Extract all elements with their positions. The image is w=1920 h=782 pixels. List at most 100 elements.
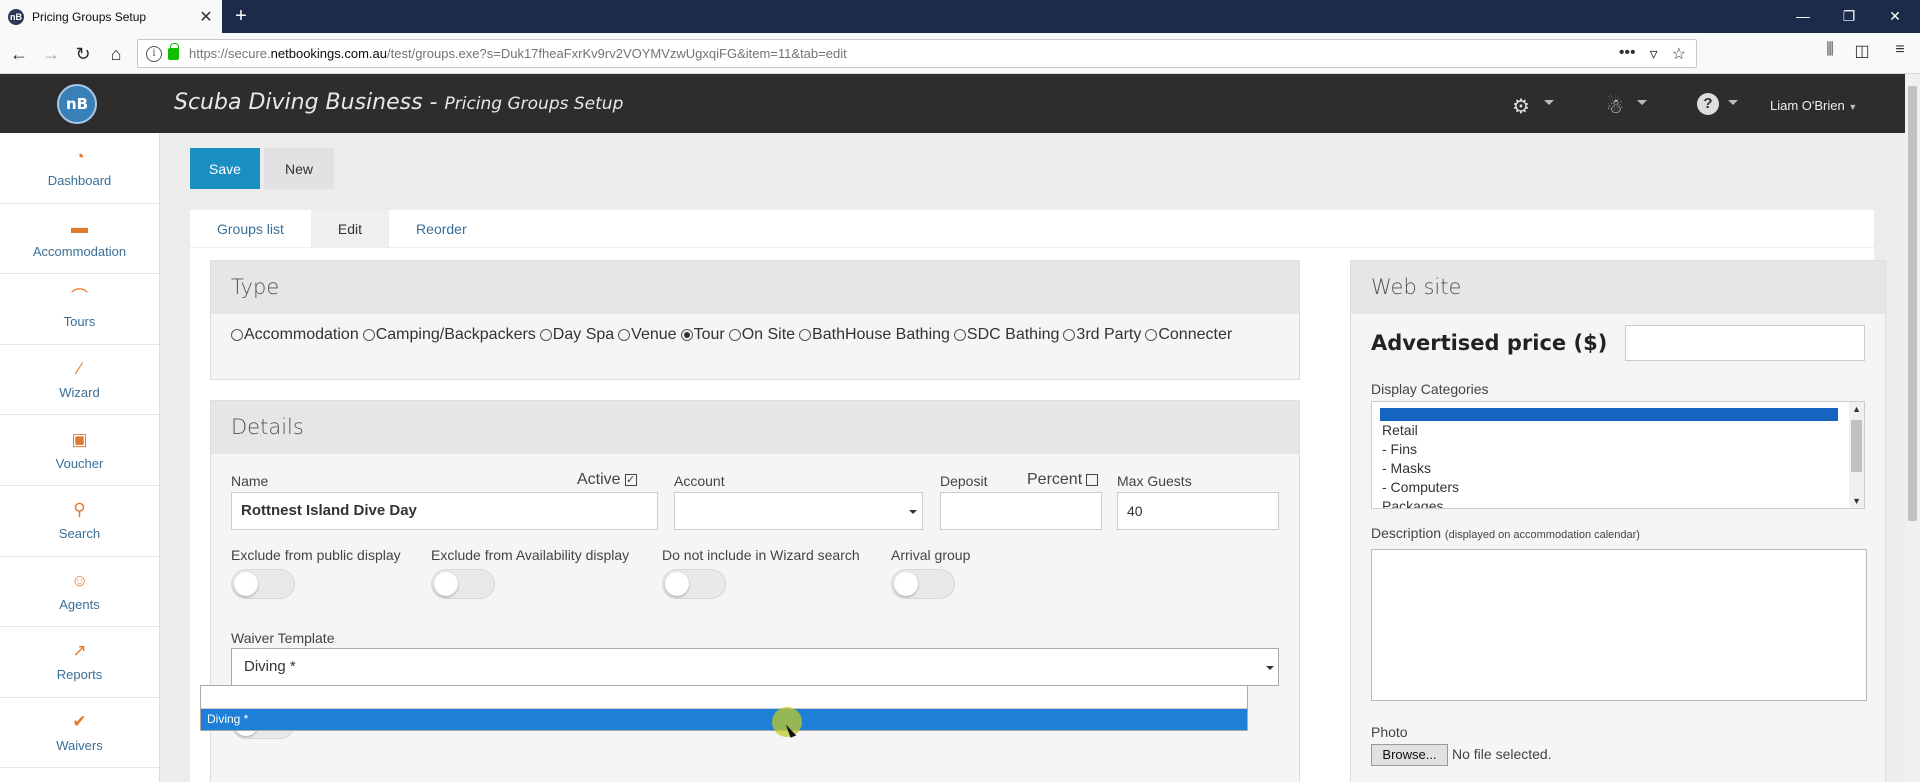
list-item-selected[interactable] bbox=[1380, 408, 1838, 421]
list-item[interactable]: Packages bbox=[1372, 497, 1864, 508]
help-icon[interactable]: ? bbox=[1697, 93, 1719, 115]
dashboard-icon: ◔ bbox=[74, 147, 85, 167]
caret-down-icon bbox=[909, 510, 917, 514]
sidebar-item-reports[interactable]: ↗ Reports bbox=[0, 627, 159, 698]
sidebar-toggle-icon[interactable]: ◫ bbox=[1850, 41, 1874, 61]
type-section: Type Accommodation Camping/Backpackers D… bbox=[210, 260, 1300, 380]
display-categories-label: Display Categories bbox=[1371, 381, 1489, 397]
chevron-down-icon[interactable] bbox=[1728, 100, 1738, 105]
no-file-text: No file selected. bbox=[1452, 746, 1552, 762]
reload-icon[interactable]: ↻ bbox=[70, 41, 96, 67]
description-textarea[interactable] bbox=[1371, 549, 1867, 701]
active-checkbox[interactable]: ✓ bbox=[624, 473, 637, 486]
search-icon: ⚲ bbox=[73, 500, 86, 520]
sidebar-item-tours[interactable]: ⌒ Tours bbox=[0, 274, 159, 345]
display-categories-list[interactable]: Retail - Fins - Masks - Computers Packag… bbox=[1371, 401, 1865, 509]
list-item[interactable]: - Fins bbox=[1372, 440, 1864, 459]
list-item[interactable]: - Masks bbox=[1372, 459, 1864, 478]
check-icon: ✔ bbox=[72, 712, 87, 732]
pocket-icon[interactable]: ▿ bbox=[1650, 44, 1658, 64]
waiver-template-label: Waiver Template bbox=[231, 630, 335, 646]
name-label: Name bbox=[231, 473, 269, 489]
scroll-up-icon[interactable]: ▲ bbox=[1852, 404, 1861, 414]
max-guests-input[interactable]: 40 bbox=[1117, 492, 1279, 530]
save-button[interactable]: Save bbox=[190, 148, 260, 189]
exclude-availability-toggle[interactable] bbox=[431, 569, 495, 599]
percent-label: Percent bbox=[1027, 471, 1099, 489]
browser-tab[interactable]: nB Pricing Groups Setup ✕ bbox=[0, 0, 222, 33]
radio-on-site[interactable]: On Site bbox=[728, 326, 795, 344]
url-bar[interactable]: i https://secure.netbookings.com.au/test… bbox=[137, 39, 1697, 68]
bookmark-star-icon[interactable]: ☆ bbox=[1672, 44, 1686, 64]
sidebar-item-dashboard[interactable]: ◔ Dashboard bbox=[0, 133, 159, 204]
restore-icon[interactable]: ❐ bbox=[1826, 0, 1872, 33]
info-icon[interactable]: i bbox=[146, 45, 162, 62]
radio-tour[interactable]: Tour bbox=[680, 326, 725, 344]
url-text[interactable]: https://secure.netbookings.com.au/test/g… bbox=[189, 46, 847, 61]
details-heading: Details bbox=[211, 401, 1299, 454]
sidebar-item-accommodation[interactable]: ▬ Accommodation bbox=[0, 204, 159, 275]
arrival-group-toggle[interactable] bbox=[891, 569, 955, 599]
list-item[interactable]: Retail bbox=[1372, 421, 1864, 440]
browse-button[interactable]: Browse... bbox=[1371, 744, 1448, 766]
name-input[interactable]: Rottnest Island Dive Day bbox=[231, 492, 658, 530]
exclude-public-toggle[interactable] bbox=[231, 569, 295, 599]
radio-bathhouse-bathing[interactable]: BathHouse Bathing bbox=[799, 326, 950, 344]
settings-gear-icon[interactable]: ⚙ bbox=[1512, 94, 1530, 119]
scroll-down-icon[interactable]: ▼ bbox=[1852, 496, 1861, 506]
page-title: Scuba Diving Business - Pricing Groups S… bbox=[174, 90, 624, 115]
photo-label: Photo bbox=[1371, 724, 1408, 740]
chevron-down-icon[interactable] bbox=[1637, 100, 1647, 105]
sidebar-item-waivers[interactable]: ✔ Waivers bbox=[0, 698, 159, 769]
home-icon[interactable]: ⌂ bbox=[103, 41, 129, 67]
account-label: Account bbox=[674, 473, 725, 489]
new-button[interactable]: New bbox=[264, 148, 334, 189]
wand-icon: ⁄ bbox=[78, 359, 81, 379]
chevron-down-icon[interactable] bbox=[1544, 100, 1554, 105]
netbookings-logo[interactable]: nB bbox=[57, 84, 97, 124]
sidebar-item-agents[interactable]: ☺ Agents bbox=[0, 557, 159, 628]
website-heading: Web site bbox=[1351, 261, 1885, 314]
list-scrollbar-thumb[interactable] bbox=[1851, 420, 1862, 472]
list-item[interactable]: - Computers bbox=[1372, 478, 1864, 497]
account-select[interactable] bbox=[674, 492, 923, 530]
waiver-dropdown-menu: Diving * bbox=[200, 685, 1248, 731]
agent-user-icon[interactable]: ☃ bbox=[1606, 94, 1624, 119]
wizard-search-toggle[interactable] bbox=[662, 569, 726, 599]
radio-connecter[interactable]: Connecter bbox=[1145, 326, 1232, 344]
wizard-search-label: Do not include in Wizard search bbox=[662, 547, 860, 563]
radio-sdc-bathing[interactable]: SDC Bathing bbox=[953, 326, 1059, 344]
sidebar-item-search[interactable]: ⚲ Search bbox=[0, 486, 159, 557]
tab-reorder[interactable]: Reorder bbox=[389, 210, 494, 247]
tab-edit[interactable]: Edit bbox=[310, 210, 390, 247]
advertised-price-input[interactable] bbox=[1625, 325, 1865, 361]
back-icon[interactable]: ← bbox=[6, 41, 32, 67]
close-tab-icon[interactable]: ✕ bbox=[196, 7, 216, 27]
radio-day-spa[interactable]: Day Spa bbox=[539, 326, 614, 344]
menu-icon[interactable]: ≡ bbox=[1888, 41, 1912, 59]
sidebar-item-wizard[interactable]: ⁄ Wizard bbox=[0, 345, 159, 416]
dropdown-option[interactable]: Diving * bbox=[201, 709, 1247, 730]
radio-venue[interactable]: Venue bbox=[618, 326, 677, 344]
more-actions-icon[interactable]: ••• bbox=[1619, 44, 1636, 64]
sidebar-item-voucher[interactable]: ▣ Voucher bbox=[0, 415, 159, 486]
page-scrollbar-thumb[interactable] bbox=[1908, 86, 1917, 521]
tab-groups-list[interactable]: Groups list bbox=[190, 210, 311, 247]
dropdown-search-input[interactable] bbox=[201, 686, 1247, 709]
radio-accommodation[interactable]: Accommodation bbox=[231, 326, 359, 344]
deposit-input[interactable] bbox=[940, 492, 1102, 530]
new-tab-icon[interactable]: + bbox=[228, 3, 254, 29]
percent-checkbox[interactable] bbox=[1086, 473, 1099, 486]
chart-icon: ↗ bbox=[72, 641, 87, 661]
radio-3rd-party[interactable]: 3rd Party bbox=[1063, 326, 1141, 344]
window-close-icon[interactable]: ✕ bbox=[1872, 0, 1918, 33]
user-menu[interactable]: Liam O'Brien ▼ bbox=[1770, 98, 1857, 113]
waiver-template-select[interactable]: Diving * bbox=[231, 648, 1279, 686]
forward-icon[interactable]: → bbox=[38, 41, 64, 67]
radio-camping-backpackers[interactable]: Camping/Backpackers bbox=[362, 326, 536, 344]
minimize-icon[interactable]: — bbox=[1780, 0, 1826, 33]
exclude-availability-label: Exclude from Availability display bbox=[431, 547, 630, 563]
library-icon[interactable]: ⫼ bbox=[1818, 41, 1842, 59]
page-scrollbar[interactable] bbox=[1905, 74, 1920, 782]
agent-icon: ☺ bbox=[70, 570, 89, 590]
